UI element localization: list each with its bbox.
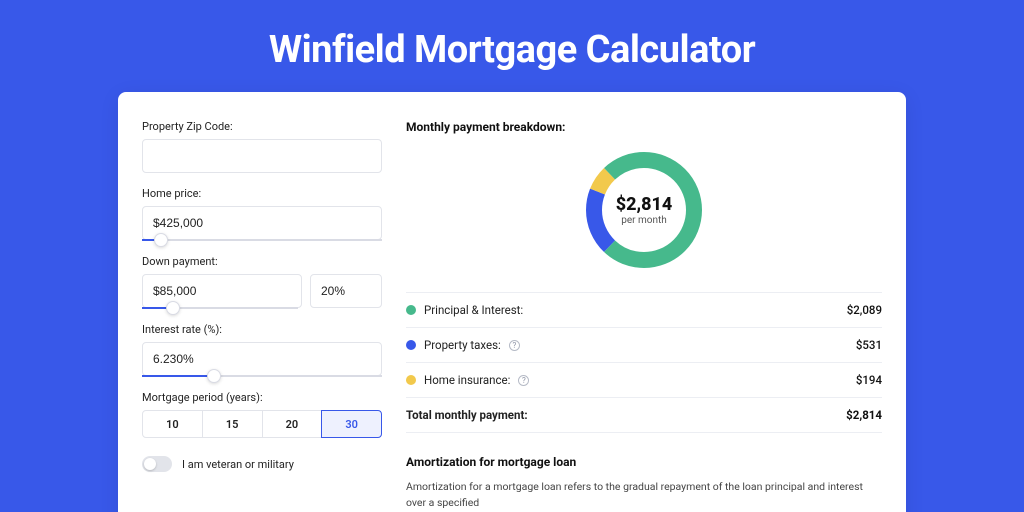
down-slider-thumb[interactable]	[166, 301, 180, 315]
payment-donut-chart: $2,814 per month	[582, 148, 706, 272]
term-label: Mortgage period (years):	[142, 391, 382, 404]
legend-dot	[406, 340, 416, 350]
legend: Principal & Interest: $2,089 Property taxe…	[406, 292, 882, 433]
term-row: Mortgage period (years): 10152030	[142, 391, 382, 438]
legend-value: $194	[856, 373, 882, 387]
results-column: Monthly payment breakdown: $2,814 per mo…	[406, 120, 882, 511]
rate-slider-fill	[142, 375, 214, 377]
price-slider[interactable]	[142, 239, 382, 241]
price-label: Home price:	[142, 187, 382, 200]
amortization-section: Amortization for mortgage loan Amortizat…	[406, 455, 882, 511]
zip-label: Property Zip Code:	[142, 120, 382, 133]
breakdown-title: Monthly payment breakdown:	[406, 120, 882, 134]
amortization-text: Amortization for a mortgage loan refers …	[406, 479, 882, 511]
rate-slider-thumb[interactable]	[207, 369, 221, 383]
term-option-30[interactable]: 30	[321, 410, 382, 438]
price-row: Home price:	[142, 187, 382, 241]
legend-row: Home insurance:? $194	[406, 363, 882, 398]
term-option-15[interactable]: 15	[202, 410, 263, 438]
legend-total-label: Total monthly payment:	[406, 408, 528, 422]
zip-input[interactable]	[142, 139, 382, 173]
down-label: Down payment:	[142, 255, 382, 268]
legend-total-row: Total monthly payment: $2,814	[406, 398, 882, 433]
veteran-toggle[interactable]	[142, 456, 172, 472]
legend-dot	[406, 375, 416, 385]
info-icon[interactable]: ?	[518, 375, 529, 386]
rate-label: Interest rate (%):	[142, 323, 382, 336]
veteran-row: I am veteran or military	[142, 456, 382, 472]
down-slider[interactable]	[142, 307, 298, 309]
rate-input[interactable]	[142, 342, 382, 376]
legend-value: $2,089	[847, 303, 882, 317]
legend-value: $531	[856, 338, 882, 352]
legend-row: Property taxes:? $531	[406, 328, 882, 363]
calculator-card: Property Zip Code: Home price: Down paym…	[118, 92, 906, 512]
form-column: Property Zip Code: Home price: Down paym…	[142, 120, 382, 511]
legend-label: Home insurance:	[424, 373, 510, 387]
veteran-label: I am veteran or military	[182, 458, 294, 471]
zip-row: Property Zip Code:	[142, 120, 382, 173]
legend-row: Principal & Interest: $2,089	[406, 293, 882, 328]
down-amount-input[interactable]	[142, 274, 302, 308]
term-option-10[interactable]: 10	[142, 410, 203, 438]
down-row: Down payment:	[142, 255, 382, 309]
legend-dot	[406, 305, 416, 315]
rate-row: Interest rate (%):	[142, 323, 382, 377]
price-input[interactable]	[142, 206, 382, 240]
info-icon[interactable]: ?	[509, 340, 520, 351]
down-pct-input[interactable]	[310, 274, 382, 308]
amortization-title: Amortization for mortgage loan	[406, 455, 882, 469]
price-slider-thumb[interactable]	[154, 233, 168, 247]
legend-label: Property taxes:	[424, 338, 501, 352]
rate-slider[interactable]	[142, 375, 382, 377]
donut-center-sub: per month	[621, 215, 667, 226]
term-group: 10152030	[142, 410, 382, 438]
donut-center-amount: $2,814	[616, 194, 673, 215]
legend-label: Principal & Interest:	[424, 303, 523, 317]
page-title: Winfield Mortgage Calculator	[0, 0, 1024, 92]
term-option-20[interactable]: 20	[262, 410, 323, 438]
legend-total-value: $2,814	[846, 408, 882, 422]
